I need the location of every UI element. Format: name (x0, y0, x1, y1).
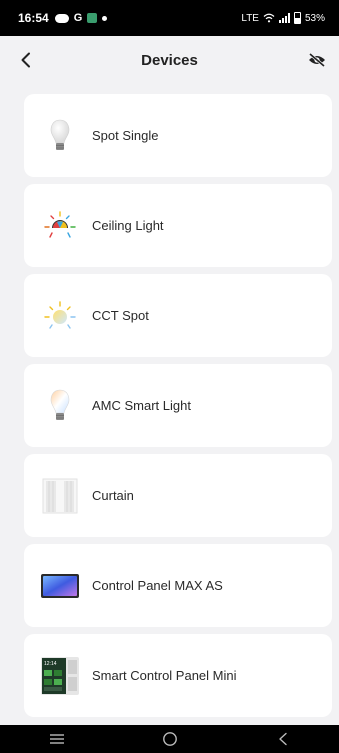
battery-icon (293, 12, 301, 24)
page-title: Devices (141, 51, 198, 69)
status-time: 16:54 (18, 11, 49, 25)
panel-mini-screen-time: 12:14 (44, 661, 57, 667)
status-left: 16:54 G (18, 11, 108, 25)
device-card-control-panel-max-as[interactable]: Control Panel MAX AS (24, 544, 332, 627)
back-arrow-icon (278, 732, 287, 746)
google-icon: G (73, 12, 83, 24)
bulb-icon (40, 116, 80, 156)
system-nav-bar (0, 725, 339, 753)
device-label: AMC Smart Light (92, 398, 191, 413)
system-back-button[interactable] (271, 729, 295, 749)
device-card-curtain[interactable]: Curtain (24, 454, 332, 537)
chevron-left-icon (21, 52, 30, 68)
curtain-icon (40, 476, 80, 516)
more-notifications-icon (102, 15, 108, 21)
device-label: Spot Single (92, 128, 159, 143)
status-right: LTE 53% (241, 12, 325, 24)
app-header: Devices (0, 36, 339, 84)
device-label: Control Panel MAX AS (92, 578, 223, 593)
battery-percent: 53% (304, 12, 325, 24)
ceiling-light-icon (40, 206, 80, 246)
home-circle-icon (162, 732, 177, 746)
back-button[interactable] (14, 48, 38, 72)
notification-icons: G (54, 12, 108, 24)
app-icon (87, 13, 98, 23)
eye-off-icon (309, 53, 325, 67)
cct-spot-icon (40, 296, 80, 336)
device-label: Smart Control Panel Mini (92, 668, 237, 683)
panel-mini-icon: 12:14 (40, 656, 80, 696)
device-label: Ceiling Light (92, 218, 164, 233)
device-card-cct-spot[interactable]: CCT Spot (24, 274, 332, 357)
smart-bulb-icon (40, 386, 80, 426)
device-card-ceiling-light[interactable]: Ceiling Light (24, 184, 332, 267)
device-card-spot-single[interactable]: Spot Single (24, 94, 332, 177)
device-label: Curtain (92, 488, 134, 503)
device-list: Spot Single Ceiling Light CCT Spot AMC S… (24, 94, 332, 724)
device-card-amc-smart-light[interactable]: AMC Smart Light (24, 364, 332, 447)
home-button[interactable] (158, 729, 182, 749)
signal-icon (278, 13, 290, 23)
device-label: CCT Spot (92, 308, 149, 323)
hide-devices-button[interactable] (305, 48, 329, 72)
device-card-smart-control-panel-mini[interactable]: 12:14 Smart Control Panel Mini (24, 634, 332, 717)
menu-icon (49, 734, 64, 744)
lte-icon: LTE (241, 12, 259, 24)
control-panel-icon (40, 566, 80, 606)
status-bar: 16:54 G LTE 53% (0, 0, 339, 36)
recents-button[interactable] (45, 729, 69, 749)
chat-icon (54, 13, 69, 23)
wifi-icon (263, 13, 275, 23)
